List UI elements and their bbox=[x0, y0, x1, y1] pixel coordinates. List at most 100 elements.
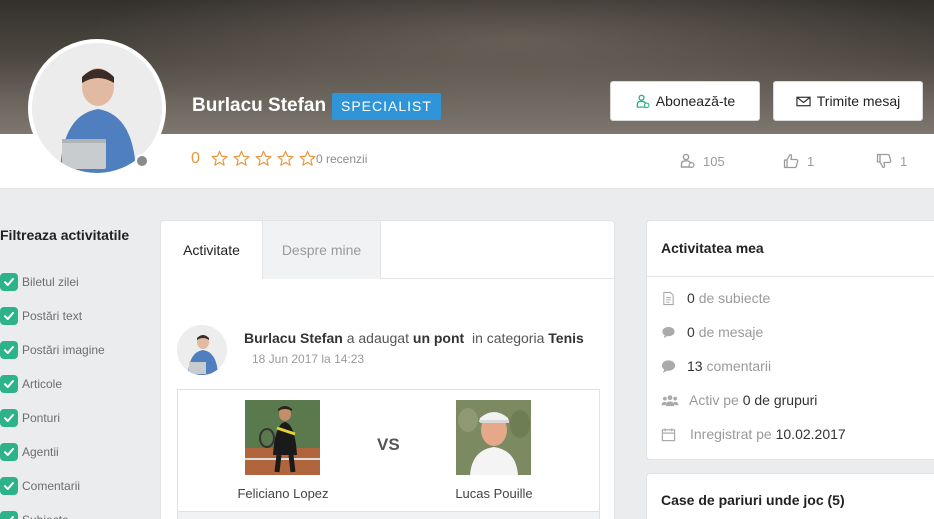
check-icon bbox=[9, 516, 14, 519]
reviews-link[interactable]: 0 recenzii bbox=[316, 152, 367, 166]
post-date: 18 Jun 2017 la 14:23 bbox=[252, 352, 365, 366]
filter-checkbox[interactable] bbox=[0, 375, 18, 393]
comment-icon bbox=[661, 359, 676, 373]
filter-label: Postări text bbox=[22, 309, 83, 323]
check-icon bbox=[4, 312, 14, 320]
likes-count[interactable]: 1 bbox=[783, 153, 814, 169]
profile-name: Burlacu Stefan bbox=[192, 95, 327, 116]
check-icon bbox=[4, 482, 14, 490]
post-category-link[interactable]: Tenis bbox=[548, 330, 584, 346]
player1-name[interactable]: Feliciano Lopez bbox=[213, 486, 353, 501]
player2-name[interactable]: Lucas Pouille bbox=[424, 486, 564, 501]
filter-item[interactable]: Biletul zilei bbox=[0, 273, 79, 291]
versus-label: VS bbox=[377, 435, 400, 454]
filter-checkbox[interactable] bbox=[0, 307, 18, 325]
star-icon[interactable] bbox=[232, 150, 251, 167]
check-icon bbox=[4, 414, 14, 422]
activity-tabs: Activitate Despre mine bbox=[161, 221, 614, 279]
rating-stars[interactable] bbox=[210, 150, 317, 167]
match-card-footer bbox=[177, 512, 600, 519]
thumbs-up-icon bbox=[783, 153, 799, 169]
followers-icon bbox=[680, 153, 695, 169]
filter-checkbox[interactable] bbox=[0, 477, 18, 495]
filter-item[interactable]: Subiecte bbox=[0, 511, 69, 519]
my-activity-title: Activitatea mea bbox=[661, 240, 764, 256]
activity-panel: Activitate Despre mine Burlacu Stefan a … bbox=[160, 220, 615, 519]
post-author-avatar[interactable] bbox=[177, 325, 227, 375]
filter-label: Postări imagine bbox=[22, 343, 105, 357]
filter-label: Articole bbox=[22, 377, 63, 391]
filter-item[interactable]: Agentii bbox=[0, 443, 59, 461]
star-icon[interactable] bbox=[210, 150, 229, 167]
filter-checkbox[interactable] bbox=[0, 273, 18, 291]
filter-label: Biletul zilei bbox=[22, 275, 79, 289]
comments-value: 13 bbox=[687, 358, 703, 374]
subjects-label: de subiecte bbox=[698, 290, 771, 306]
followers-value: 105 bbox=[703, 153, 725, 169]
filter-item[interactable]: Postări imagine bbox=[0, 341, 105, 359]
activity-row-registered: Inregistrat pe 10.02.2017 bbox=[661, 426, 846, 442]
player2-image bbox=[456, 400, 531, 475]
my-activity-card: Activitatea mea 0 de subiecte 0 de mesaj… bbox=[646, 220, 934, 460]
filter-checkbox[interactable] bbox=[0, 409, 18, 427]
filter-item[interactable]: Comentarii bbox=[0, 477, 80, 495]
dislikes-value: 1 bbox=[900, 153, 908, 169]
filters-title: Filtreaza activitatile bbox=[0, 227, 130, 243]
activity-row-subjects[interactable]: 0 de subiecte bbox=[661, 290, 770, 306]
subjects-value: 0 bbox=[687, 290, 695, 306]
activity-row-comments[interactable]: 13 comentarii bbox=[661, 358, 771, 374]
send-message-button[interactable]: Trimite mesaj bbox=[773, 81, 923, 121]
filter-item[interactable]: Postări text bbox=[0, 307, 82, 325]
star-icon[interactable] bbox=[298, 150, 317, 167]
groups-prefix: Activ pe bbox=[689, 392, 739, 408]
registered-value: 10.02.2017 bbox=[775, 426, 846, 442]
activity-row-messages[interactable]: 0 de mesaje bbox=[661, 324, 763, 340]
filter-label: Ponturi bbox=[22, 411, 61, 425]
subscribe-button[interactable]: Abonează-te bbox=[610, 81, 760, 121]
chat-bubble-icon bbox=[662, 326, 675, 338]
filter-checkbox[interactable] bbox=[0, 511, 18, 519]
groups-value: 0 de grupuri bbox=[742, 392, 818, 408]
tab-activity[interactable]: Activitate bbox=[161, 221, 262, 279]
messages-value: 0 bbox=[687, 324, 695, 340]
thumbs-down-icon bbox=[876, 153, 892, 169]
subscribe-label: Abonează-te bbox=[655, 93, 736, 109]
messages-label: de mesaje bbox=[698, 324, 764, 340]
send-message-label: Trimite mesaj bbox=[816, 93, 901, 109]
comments-label: comentarii bbox=[706, 358, 772, 374]
check-icon bbox=[4, 346, 14, 354]
calendar-icon bbox=[661, 427, 676, 441]
registered-prefix: Inregistrat pe bbox=[690, 426, 772, 442]
filter-label: Agentii bbox=[22, 445, 59, 459]
filter-label: Subiecte bbox=[22, 513, 69, 519]
document-icon bbox=[663, 291, 674, 305]
activity-row-groups[interactable]: Activ pe 0 de grupuri bbox=[661, 392, 817, 408]
my-activity-header: Activitatea mea bbox=[647, 221, 934, 277]
star-icon[interactable] bbox=[254, 150, 273, 167]
rating-value: 0 bbox=[191, 150, 200, 167]
post-summary: Burlacu Stefan a adaugat un pont in cate… bbox=[244, 330, 584, 346]
post-object-link[interactable]: un pont bbox=[413, 330, 464, 346]
post-author[interactable]: Burlacu Stefan bbox=[244, 330, 343, 346]
post-category-prefix: in categoria bbox=[471, 330, 545, 346]
post-action: a adaugat bbox=[346, 330, 409, 346]
filter-item[interactable]: Ponturi bbox=[0, 409, 60, 427]
filter-item[interactable]: Articole bbox=[0, 375, 62, 393]
check-icon bbox=[4, 448, 14, 456]
player2-photo bbox=[456, 400, 531, 475]
match-card[interactable]: VS Feliciano Lopez Lucas Pouille bbox=[177, 389, 600, 512]
group-icon bbox=[661, 394, 679, 406]
filter-label: Comentarii bbox=[22, 479, 81, 493]
tab-about-me[interactable]: Despre mine bbox=[262, 221, 381, 279]
check-icon bbox=[4, 380, 14, 388]
specialist-badge: SPECIALIST bbox=[332, 93, 441, 120]
star-icon[interactable] bbox=[276, 150, 295, 167]
filter-checkbox[interactable] bbox=[0, 341, 18, 359]
online-status-dot bbox=[135, 154, 149, 168]
filter-checkbox[interactable] bbox=[0, 443, 18, 461]
followers-count[interactable]: 105 bbox=[679, 153, 725, 169]
dislikes-count[interactable]: 1 bbox=[876, 153, 907, 169]
check-icon bbox=[4, 278, 14, 286]
player1-image bbox=[245, 400, 320, 475]
betting-houses-title[interactable]: Case de pariuri unde joc (5) bbox=[661, 492, 845, 508]
